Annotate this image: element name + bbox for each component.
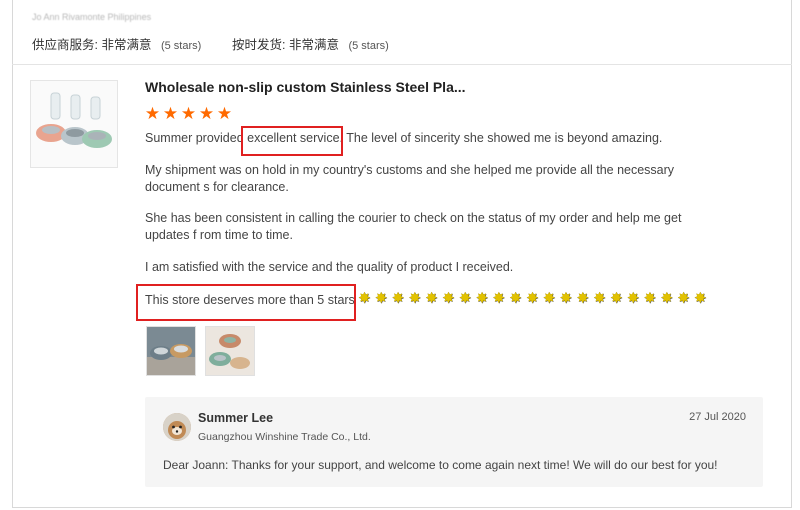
sparkle-star-icon: ✸ [391, 290, 405, 307]
on-time-shipping-rating: 按时发货: 非常满意 (5 stars) [232, 34, 389, 53]
sparkle-star-icon: ✸ [677, 290, 690, 307]
supplier-service-rating: 供应商服务: 非常满意 (5 stars) [32, 34, 201, 53]
sparkle-star-icon: ✸ [643, 290, 657, 307]
star-icon: ★ [198, 104, 215, 123]
section-divider [12, 64, 792, 65]
on-time-shipping-value: 非常满意 [288, 38, 339, 52]
sparkle-star-icon: ✸ [626, 290, 640, 307]
buyer-name: Jo Ann Rivamonte Philippines [32, 12, 152, 22]
avatar [163, 413, 191, 441]
star-icon: ★ [162, 104, 179, 123]
sparkle-star-icon: ✸ [442, 290, 455, 307]
bowls-photo-image [147, 327, 195, 375]
review-star-rating: ★ ★ ★ ★ ★ [144, 104, 233, 124]
sparkle-star-icon: ✸ [660, 290, 674, 307]
sparkle-star-icon: ✸ [526, 290, 539, 307]
sparkle-star-icon: ✸ [593, 290, 606, 307]
pet-bowl-product-image [31, 81, 117, 167]
review-photo-1[interactable] [146, 326, 196, 376]
review-paragraph: Summer provided excellent service. The l… [145, 131, 663, 145]
sparkle-star-icon: ✸ [492, 290, 506, 307]
sparkle-star-icon: ✸ [610, 290, 623, 307]
on-time-shipping-label: 按时发货: [232, 38, 286, 52]
star-icon: ★ [144, 104, 161, 123]
review-paragraph: She has been consistent in calling the c… [145, 211, 682, 242]
reply-company: Guangzhou Winshine Trade Co., Ltd. [198, 431, 371, 443]
on-time-shipping-stars: (5 stars) [348, 40, 389, 52]
supplier-service-label: 供应商服务: [32, 38, 98, 52]
product-title[interactable]: Wholesale non-slip custom Stainless Stee… [145, 79, 466, 95]
sparkle-star-icon: ✸ [542, 290, 556, 307]
review-paragraph: My shipment was on hold in my country's … [145, 163, 675, 194]
reply-author-name: Summer Lee [198, 411, 274, 425]
sparkle-star-icon: ✸ [374, 290, 388, 307]
sparkle-star-icon: ✸ [694, 290, 707, 307]
sparkle-star-icon: ✸ [458, 290, 472, 307]
seller-reply: Summer Lee Guangzhou Winshine Trade Co.,… [145, 397, 763, 487]
highlight-box-excellent-service [241, 126, 343, 156]
review-photo-2[interactable] [205, 326, 255, 376]
review-paragraph: I am satisfied with the service and the … [145, 260, 514, 274]
reply-text: Dear Joann: Thanks for your support, and… [163, 458, 718, 472]
product-thumbnail[interactable] [30, 80, 118, 168]
star-icon: ★ [216, 104, 233, 123]
sparkle-star-icon: ✸ [475, 290, 489, 307]
reply-date: 27 Jul 2020 [689, 411, 746, 423]
avatar-image [163, 413, 191, 441]
emoji-star-row: ✸ ✸ ✸ ✸ ✸ ✸ ✸ ✸ ✸ ✸ ✸ ✸ ✸ ✸ ✸ ✸ ✸ ✸ ✸ ✸ … [356, 291, 709, 307]
highlight-box-more-than-5-stars [136, 284, 356, 321]
sparkle-star-icon: ✸ [509, 290, 522, 307]
sparkle-star-icon: ✸ [358, 290, 371, 307]
sparkle-star-icon: ✸ [559, 290, 573, 307]
star-icon: ★ [180, 104, 197, 123]
supplier-service-value: 非常满意 [101, 38, 152, 52]
bowls-photo-image [206, 327, 254, 375]
sparkle-star-icon: ✸ [425, 290, 438, 307]
sparkle-star-icon: ✸ [576, 290, 590, 307]
sparkle-star-icon: ✸ [408, 290, 422, 307]
supplier-service-stars: (5 stars) [160, 40, 202, 52]
